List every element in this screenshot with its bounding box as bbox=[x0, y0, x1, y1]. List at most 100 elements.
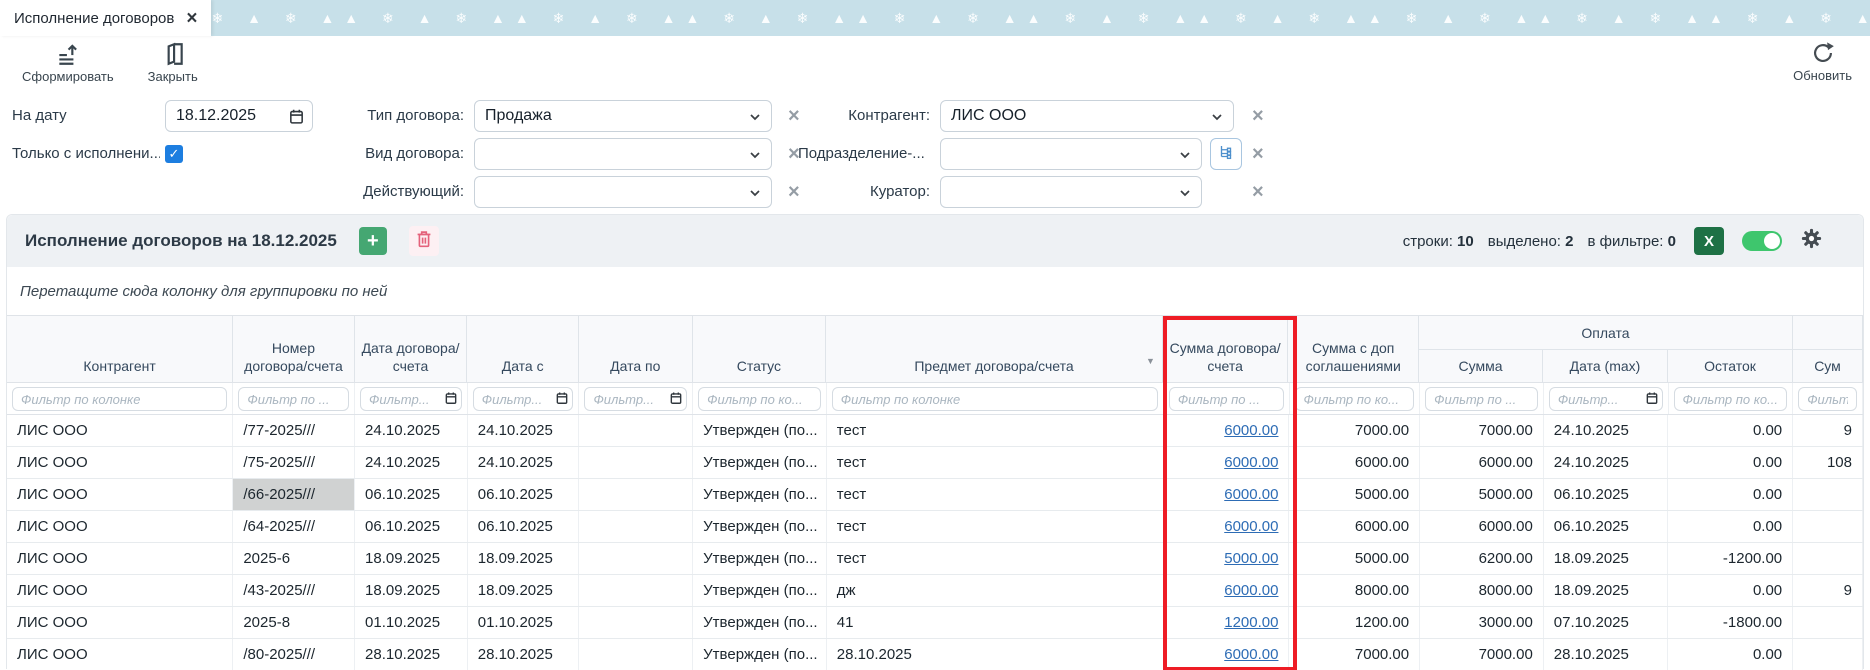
table-row[interactable]: ЛИС ООО /80-2025/// 28.10.2025 28.10.202… bbox=[7, 639, 1863, 670]
table-stats: строки: 10 выделено: 2 в фильтре: 0 bbox=[1403, 233, 1676, 250]
column-header-status[interactable]: Статус bbox=[693, 316, 827, 383]
department-label: Подразделение-... bbox=[798, 138, 936, 170]
close-button[interactable]: Закрыть bbox=[148, 41, 198, 84]
cell-amount-addendums: 5000.00 bbox=[1289, 543, 1420, 574]
table-row[interactable]: ЛИС ООО /43-2025/// 18.09.2025 18.09.202… bbox=[7, 575, 1863, 607]
cell-contract-date: 24.10.2025 bbox=[355, 447, 468, 478]
calendar-icon[interactable] bbox=[444, 391, 458, 410]
curator-select[interactable] bbox=[940, 176, 1202, 208]
table-row[interactable]: ЛИС ООО 2025-8 01.10.2025 01.10.2025 Утв… bbox=[7, 607, 1863, 639]
column-header-amount-with-addendums[interactable]: Сумма с доп соглашениями bbox=[1288, 316, 1419, 383]
table-row[interactable]: ЛИС ООО /75-2025/// 24.10.2025 24.10.202… bbox=[7, 447, 1863, 479]
contract-amount-link[interactable]: 6000.00 bbox=[1224, 646, 1278, 663]
column-header-number[interactable]: Номер договора/счета bbox=[233, 316, 355, 383]
contract-amount-link[interactable]: 6000.00 bbox=[1224, 454, 1278, 471]
contract-amount-link[interactable]: 6000.00 bbox=[1224, 486, 1278, 503]
filter-contract-amount-input[interactable] bbox=[1169, 387, 1284, 411]
filter-area: На дату Только с исполнени... ✓ Тип дого… bbox=[0, 88, 1870, 214]
contract-amount-link[interactable]: 6000.00 bbox=[1224, 582, 1278, 599]
filter-status-input[interactable] bbox=[698, 387, 821, 411]
tab-contract-execution[interactable]: Исполнение договоров × bbox=[0, 0, 211, 36]
cell-payment-date-max: 28.10.2025 bbox=[1544, 639, 1669, 670]
filter-subject-input[interactable] bbox=[832, 387, 1158, 411]
table-row[interactable]: ЛИС ООО /66-2025/// 06.10.2025 06.10.202… bbox=[7, 479, 1863, 511]
hierarchy-icon bbox=[1217, 143, 1235, 165]
table-filter-row bbox=[7, 383, 1863, 415]
contract-amount-link[interactable]: 1200.00 bbox=[1224, 614, 1278, 631]
cell-amount-addendums: 8000.00 bbox=[1289, 575, 1420, 606]
add-row-button[interactable]: + bbox=[359, 227, 387, 255]
cell-payment-amount: 6200.00 bbox=[1420, 543, 1544, 574]
column-header-payment-amount[interactable]: Сумма bbox=[1419, 350, 1543, 383]
column-header-remainder[interactable]: Остаток bbox=[1668, 350, 1793, 383]
contract-kind-label: Вид договора: bbox=[320, 138, 464, 170]
cell-payment-date-max: 18.09.2025 bbox=[1544, 575, 1669, 606]
table-row[interactable]: ЛИС ООО /77-2025/// 24.10.2025 24.10.202… bbox=[7, 415, 1863, 447]
clear-counterparty-icon[interactable]: × bbox=[1252, 106, 1264, 126]
contract-type-select[interactable]: Продажа bbox=[474, 100, 772, 132]
clear-department-icon[interactable]: × bbox=[1252, 144, 1264, 164]
cell-contract-amount: 6000.00 bbox=[1164, 575, 1290, 606]
calendar-icon[interactable] bbox=[669, 391, 683, 410]
contract-amount-link[interactable]: 6000.00 bbox=[1224, 518, 1278, 535]
export-excel-button[interactable]: X bbox=[1694, 227, 1724, 255]
clear-curator-icon[interactable]: × bbox=[1252, 182, 1264, 202]
cell-subject: 41 bbox=[827, 607, 1164, 638]
only-executed-checkbox[interactable]: ✓ bbox=[165, 145, 183, 163]
column-header-payment-date-max[interactable]: Дата (max) bbox=[1543, 350, 1668, 383]
cell-remainder: -1200.00 bbox=[1668, 543, 1793, 574]
groupby-dropzone[interactable]: Перетащите сюда колонку для группировки … bbox=[7, 267, 1863, 315]
delete-row-button[interactable] bbox=[409, 226, 439, 256]
cell-amount-addendums: 6000.00 bbox=[1289, 511, 1420, 542]
table-row[interactable]: ЛИС ООО 2025-6 18.09.2025 18.09.2025 Утв… bbox=[7, 543, 1863, 575]
cell-status: Утвержден (по... bbox=[693, 607, 827, 638]
counterparty-value: ЛИС ООО bbox=[951, 107, 1026, 125]
contract-kind-select[interactable] bbox=[474, 138, 772, 170]
column-group-payment-label[interactable]: Оплата bbox=[1419, 316, 1793, 350]
table-row[interactable]: ЛИС ООО /64-2025/// 06.10.2025 06.10.202… bbox=[7, 511, 1863, 543]
settings-button[interactable] bbox=[1800, 227, 1823, 255]
cell-payment-date-max: 06.10.2025 bbox=[1544, 511, 1669, 542]
department-select[interactable] bbox=[940, 138, 1202, 170]
counterparty-select[interactable]: ЛИС ООО bbox=[940, 100, 1234, 132]
filtered-count-label: в фильтре: bbox=[1588, 233, 1664, 250]
filter-remainder-input[interactable] bbox=[1674, 387, 1788, 411]
column-header-date-from[interactable]: Дата с bbox=[467, 316, 579, 383]
panel-title: Исполнение договоров на 18.12.2025 bbox=[25, 231, 337, 251]
cell-date-from: 24.10.2025 bbox=[468, 415, 580, 446]
generate-button[interactable]: Сформировать bbox=[22, 41, 114, 84]
toggle-switch[interactable] bbox=[1742, 231, 1782, 251]
column-header-date-to[interactable]: Дата по bbox=[579, 316, 693, 383]
toggle-knob bbox=[1764, 233, 1780, 249]
tab-close-icon[interactable]: × bbox=[186, 9, 197, 28]
cell-contract-amount: 6000.00 bbox=[1164, 415, 1290, 446]
on-date-input[interactable] bbox=[176, 107, 284, 125]
cell-contract-amount: 6000.00 bbox=[1164, 511, 1290, 542]
contract-amount-link[interactable]: 6000.00 bbox=[1224, 422, 1278, 439]
filter-amount-addendums-input[interactable] bbox=[1295, 387, 1415, 411]
filter-number-input[interactable] bbox=[238, 387, 349, 411]
refresh-button[interactable]: Обновить bbox=[1793, 40, 1852, 83]
contract-amount-link[interactable]: 5000.00 bbox=[1224, 550, 1278, 567]
chevron-down-icon bbox=[747, 185, 763, 206]
filter-payment-amount-input[interactable] bbox=[1425, 387, 1538, 411]
filter-counterparty-input[interactable] bbox=[12, 387, 227, 411]
cell-date-from: 18.09.2025 bbox=[468, 543, 580, 574]
calendar-icon[interactable] bbox=[555, 391, 569, 410]
column-header-contract-amount[interactable]: Сумма договора/счета bbox=[1163, 316, 1289, 383]
cell-date-from: 24.10.2025 bbox=[468, 447, 580, 478]
calendar-icon[interactable] bbox=[1645, 391, 1659, 410]
calendar-icon[interactable] bbox=[288, 108, 305, 130]
column-header-counterparty[interactable]: Контрагент bbox=[7, 316, 233, 383]
filter-sum-cut-input[interactable] bbox=[1798, 387, 1857, 411]
column-header-subject[interactable]: Предмет договора/счета ▼ bbox=[826, 316, 1163, 383]
active-label: Действующий: bbox=[320, 176, 464, 208]
column-header-contract-date[interactable]: Дата договора/счета bbox=[355, 316, 468, 383]
selected-count: 2 bbox=[1565, 233, 1573, 250]
counterparty-label: Контрагент: bbox=[796, 100, 930, 132]
active-select[interactable] bbox=[474, 176, 772, 208]
cell-subject: 28.10.2025 bbox=[827, 639, 1164, 670]
cell-payment-amount: 7000.00 bbox=[1420, 639, 1544, 670]
column-header-sum-cut[interactable]: Сум bbox=[1793, 350, 1863, 383]
department-tree-button[interactable] bbox=[1210, 138, 1242, 170]
